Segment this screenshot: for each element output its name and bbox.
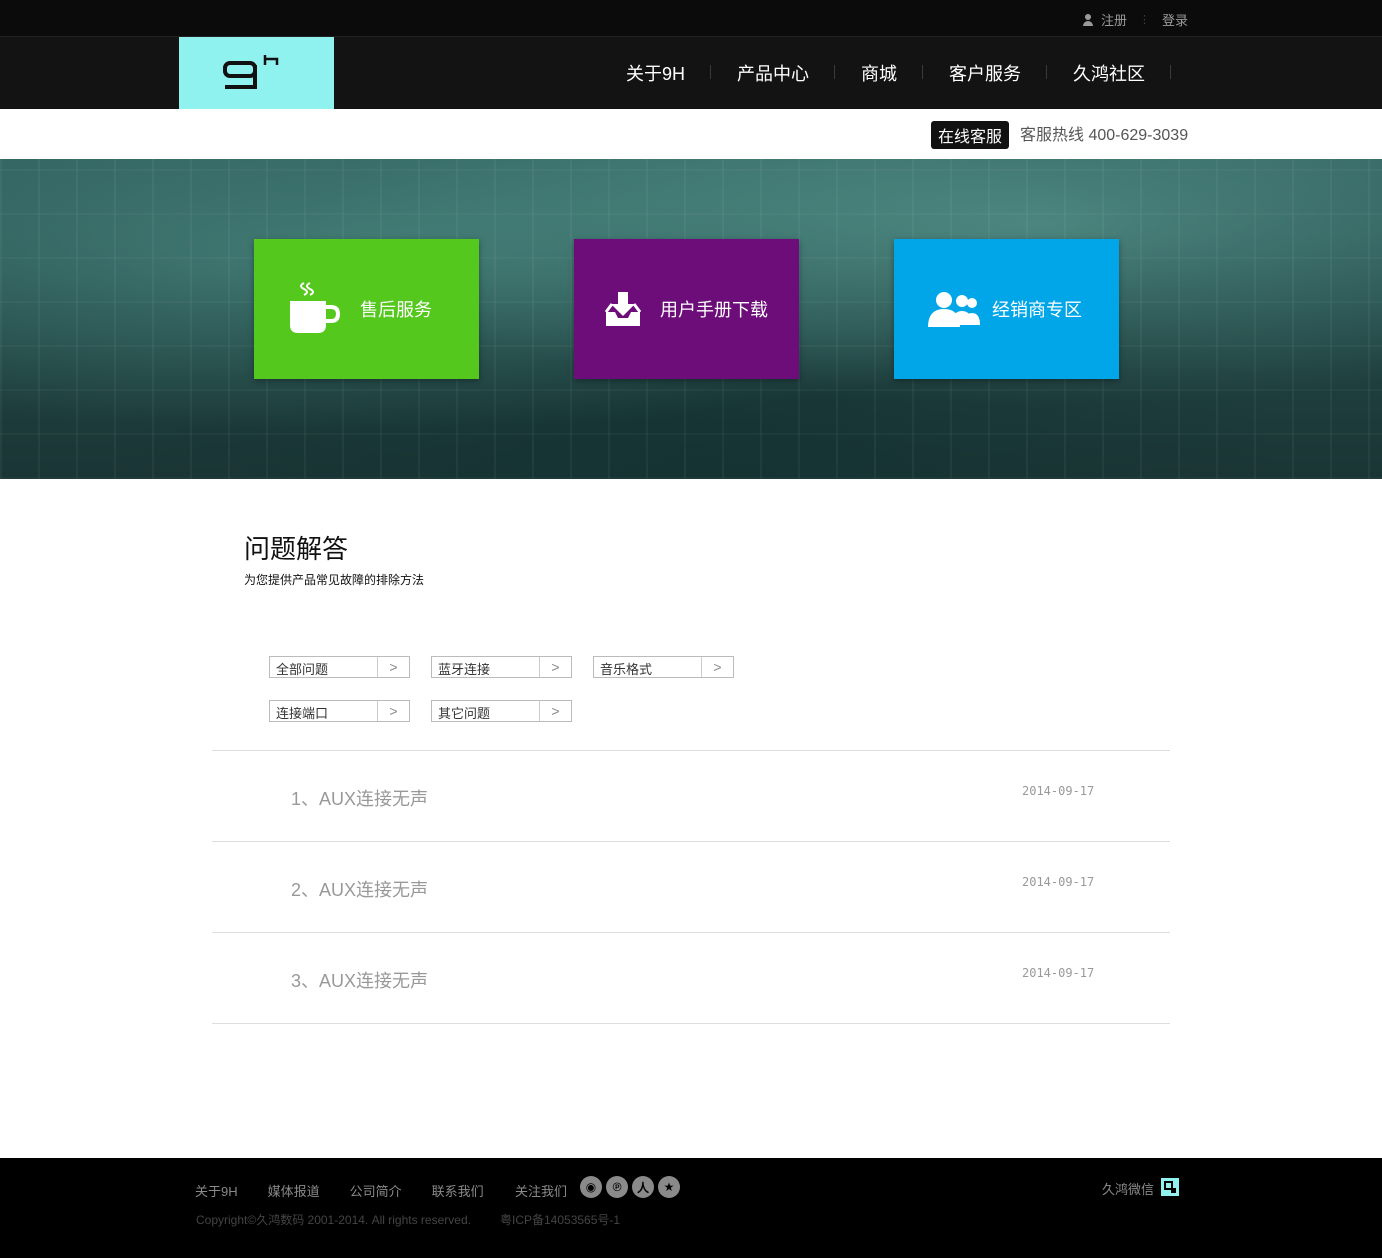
filter-all[interactable]: 全部问题 > xyxy=(269,656,410,678)
separator: ⋮ xyxy=(1138,14,1150,26)
nav-item-mall[interactable]: 商城 xyxy=(835,60,924,86)
filter-label: 连接端口 xyxy=(276,706,329,721)
users-icon xyxy=(928,292,980,327)
logo-9h-icon xyxy=(223,55,279,89)
faq-question[interactable]: 3、AUX连接无声 xyxy=(291,967,428,993)
coffee-cup-icon xyxy=(290,282,340,333)
footer-link-company[interactable]: 公司简介 xyxy=(350,1181,402,1200)
chevron-right-icon: > xyxy=(377,701,409,721)
faq-item[interactable]: 2、AUX连接无声 2014-09-17 xyxy=(212,841,1170,932)
filter-music-format[interactable]: 音乐格式 > xyxy=(593,656,734,678)
chevron-right-icon: > xyxy=(701,657,733,677)
nav-item-about[interactable]: 关于9H xyxy=(600,60,712,86)
social-links: ◉ ℗ 人 ★ xyxy=(580,1176,684,1198)
renren-icon[interactable]: 人 xyxy=(632,1176,654,1198)
faq-item[interactable]: 1、AUX连接无声 2014-09-17 xyxy=(212,750,1170,841)
faq-date: 2014-09-17 xyxy=(1022,784,1095,798)
chevron-right-icon: > xyxy=(377,657,409,677)
online-service-button[interactable]: 在线客服 xyxy=(931,121,1010,149)
faq-date: 2014-09-17 xyxy=(1022,875,1095,889)
weibo-icon[interactable]: ◉ xyxy=(580,1176,602,1198)
icp-text: 粤ICP备14053565号-1 xyxy=(500,1213,621,1227)
top-bar: 注册 ⋮ 登录 xyxy=(0,0,1382,37)
footer-links: 关于9H 媒体报道 公司简介 联系我们 xyxy=(195,1181,514,1200)
tencent-weibo-icon[interactable]: ℗ xyxy=(606,1176,628,1198)
hotline-text: 客服热线 400-629-3039 xyxy=(1020,127,1189,144)
nav-item-service[interactable]: 客户服务 xyxy=(923,60,1048,86)
filter-label: 全部问题 xyxy=(276,662,329,677)
filter-label: 其它问题 xyxy=(438,706,491,721)
tile-after-sales-label: 售后服务 xyxy=(360,300,432,320)
service-banner: 售后服务 用户手册下载 经销商专区 xyxy=(0,159,1382,479)
logo[interactable] xyxy=(179,37,334,109)
qr-code-icon[interactable] xyxy=(1161,1178,1179,1196)
service-bar: 在线客服 客服热线 400-629-3039 xyxy=(0,109,1382,159)
footer-link-about[interactable]: 关于9H xyxy=(195,1181,238,1200)
filter-other[interactable]: 其它问题 > xyxy=(431,700,572,722)
follow-us-label: 关注我们 xyxy=(515,1184,568,1199)
tile-dealer-zone[interactable]: 经销商专区 xyxy=(894,239,1119,379)
faq-title: 问题解答 xyxy=(244,534,349,564)
main-nav: 关于9H 产品中心 商城 客户服务 久鸿社区 xyxy=(600,37,1172,109)
nav-item-products[interactable]: 产品中心 xyxy=(711,60,836,86)
footer-link-contact[interactable]: 联系我们 xyxy=(432,1181,484,1200)
tile-manual-label: 用户手册下载 xyxy=(660,300,768,320)
faq-question[interactable]: 1、AUX连接无声 xyxy=(291,785,428,811)
tile-after-sales[interactable]: 售后服务 xyxy=(254,239,479,379)
user-icon xyxy=(1082,13,1093,26)
filter-label: 蓝牙连接 xyxy=(438,662,491,677)
faq-question[interactable]: 2、AUX连接无声 xyxy=(291,876,428,902)
wechat-label: 久鸿微信 xyxy=(1102,1182,1155,1197)
tile-manual-download[interactable]: 用户手册下载 xyxy=(574,239,799,379)
faq-item[interactable]: 3、AUX连接无声 2014-09-17 xyxy=(212,932,1170,1023)
footer-link-media[interactable]: 媒体报道 xyxy=(268,1181,320,1200)
chevron-right-icon: > xyxy=(539,701,571,721)
filter-label: 音乐格式 xyxy=(600,662,653,677)
register-link[interactable]: 注册 xyxy=(1101,10,1127,29)
chevron-right-icon: > xyxy=(539,657,571,677)
filter-ports[interactable]: 连接端口 > xyxy=(269,700,410,722)
faq-date: 2014-09-17 xyxy=(1022,966,1095,980)
tile-dealer-label: 经销商专区 xyxy=(992,300,1082,320)
account-links: 注册 ⋮ 登录 xyxy=(1082,10,1188,29)
footer: 关于9H 媒体报道 公司简介 联系我们 关注我们 ◉ ℗ 人 ★ Copyrig… xyxy=(0,1158,1382,1258)
copyright-text: Copyright©久鸿数码 2001-2014. All rights res… xyxy=(196,1213,471,1227)
faq-subtitle: 为您提供产品常见故障的排除方法 xyxy=(244,573,425,587)
filter-bluetooth[interactable]: 蓝牙连接 > xyxy=(431,656,572,678)
nav-item-community[interactable]: 久鸿社区 xyxy=(1047,60,1172,86)
faq-divider xyxy=(212,1023,1170,1024)
main-header: 关于9H 产品中心 商城 客户服务 久鸿社区 xyxy=(0,37,1382,109)
download-tray-icon xyxy=(604,292,642,326)
favorite-star-icon[interactable]: ★ xyxy=(658,1176,680,1198)
login-link[interactable]: 登录 xyxy=(1162,10,1188,29)
